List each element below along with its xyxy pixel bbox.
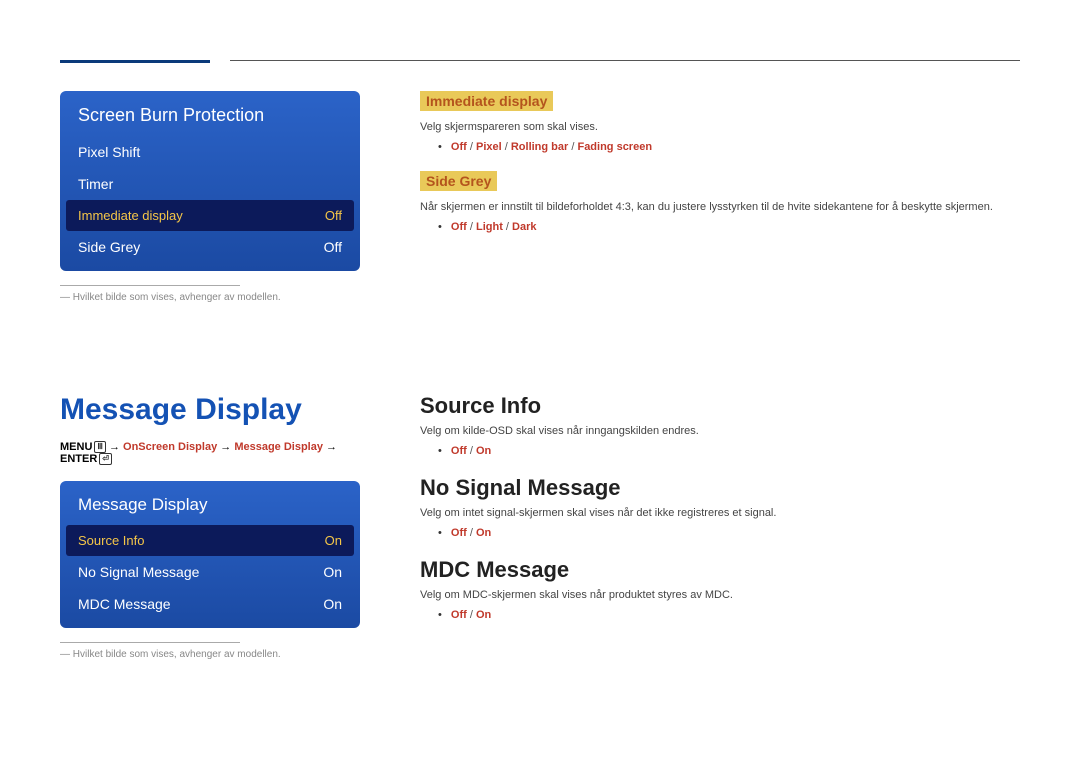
heading-immediate-display: Immediate display xyxy=(420,91,553,111)
osd-note: ― Hvilket bilde som vises, avhenger av m… xyxy=(60,649,360,660)
osd-panel-screen-burn: Screen Burn Protection Pixel Shift Timer… xyxy=(60,91,360,271)
options-immediate-display: • Off / Pixel / Rolling bar / Fading scr… xyxy=(438,141,1020,153)
osd-row-timer[interactable]: Timer xyxy=(60,168,360,200)
header-accent xyxy=(60,60,210,63)
heading-side-grey: Side Grey xyxy=(420,171,497,191)
osd-row-value: Off xyxy=(324,239,342,255)
osd-row-mdc-message[interactable]: MDC Message On xyxy=(60,588,360,620)
osd-row-pixel-shift[interactable]: Pixel Shift xyxy=(60,136,360,168)
osd-row-source-info[interactable]: Source Info On xyxy=(66,525,354,556)
heading-source-info: Source Info xyxy=(420,393,1020,419)
desc-side-grey: Når skjermen er innstilt til bildeforhol… xyxy=(420,201,1020,213)
osd-note: ― Hvilket bilde som vises, avhenger av m… xyxy=(60,292,360,303)
osd-row-side-grey[interactable]: Side Grey Off xyxy=(60,231,360,263)
enter-icon: ⏎ xyxy=(99,453,112,465)
options-mdc-message: • Off / On xyxy=(438,609,1020,621)
note-rule xyxy=(60,285,240,286)
options-source-info: • Off / On xyxy=(438,445,1020,457)
osd-row-value: Off xyxy=(325,208,342,223)
osd-row-label: Pixel Shift xyxy=(78,144,140,160)
osd-row-value: On xyxy=(325,533,342,548)
desc-no-signal-message: Velg om intet signal-skjermen skal vises… xyxy=(420,507,1020,519)
breadcrumb: MENUⅢ → OnScreen Display → Message Displ… xyxy=(60,441,360,465)
osd-title: Message Display xyxy=(60,481,360,525)
note-rule xyxy=(60,642,240,643)
osd-row-no-signal-message[interactable]: No Signal Message On xyxy=(60,556,360,588)
osd-row-value: On xyxy=(323,564,342,580)
menu-icon: Ⅲ xyxy=(94,441,106,453)
osd-panel-message-display: Message Display Source Info On No Signal… xyxy=(60,481,360,628)
osd-row-value: On xyxy=(323,596,342,612)
osd-row-label: MDC Message xyxy=(78,596,171,612)
desc-immediate-display: Velg skjermspareren som skal vises. xyxy=(420,121,1020,133)
osd-row-label: Side Grey xyxy=(78,239,140,255)
osd-row-label: Source Info xyxy=(78,533,145,548)
osd-row-label: No Signal Message xyxy=(78,564,199,580)
desc-mdc-message: Velg om MDC-skjermen skal vises når prod… xyxy=(420,589,1020,601)
header-rule xyxy=(230,60,1020,61)
desc-source-info: Velg om kilde-OSD skal vises når inngang… xyxy=(420,425,1020,437)
osd-row-label: Immediate display xyxy=(78,208,183,223)
section-title-message-display: Message Display xyxy=(60,393,360,427)
osd-title: Screen Burn Protection xyxy=(60,91,360,136)
options-side-grey: • Off / Light / Dark xyxy=(438,221,1020,233)
heading-no-signal-message: No Signal Message xyxy=(420,475,1020,501)
options-no-signal-message: • Off / On xyxy=(438,527,1020,539)
heading-mdc-message: MDC Message xyxy=(420,557,1020,583)
osd-row-immediate-display[interactable]: Immediate display Off xyxy=(66,200,354,231)
osd-row-label: Timer xyxy=(78,176,113,192)
